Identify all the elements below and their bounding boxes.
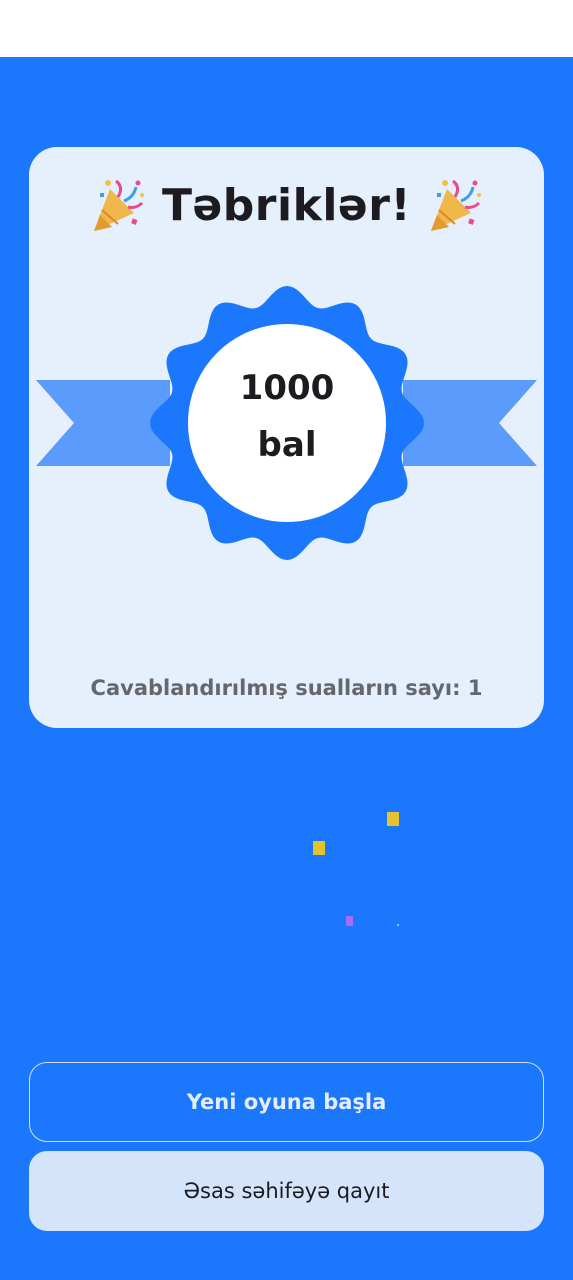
score-value: 1000 [239,368,335,408]
confetti-piece [313,841,325,855]
score-unit: bal [257,425,317,465]
answered-count-text: Cavablandırılmış sualların sayı: 1 [90,676,483,700]
title-row: Təbriklər! [0,172,573,238]
home-button[interactable]: Əsas səhifəyə qayıt [29,1151,544,1231]
party-popper-icon [93,179,144,231]
party-popper-icon [431,179,482,231]
score-display: 1000 bal [188,360,386,474]
status-bar [0,0,573,57]
confetti-piece [346,916,353,926]
confetti-piece [397,924,399,926]
confetti-piece [387,812,399,826]
new-game-button[interactable]: Yeni oyuna başla [29,1062,544,1142]
page-title: Təbriklər! [161,179,412,231]
